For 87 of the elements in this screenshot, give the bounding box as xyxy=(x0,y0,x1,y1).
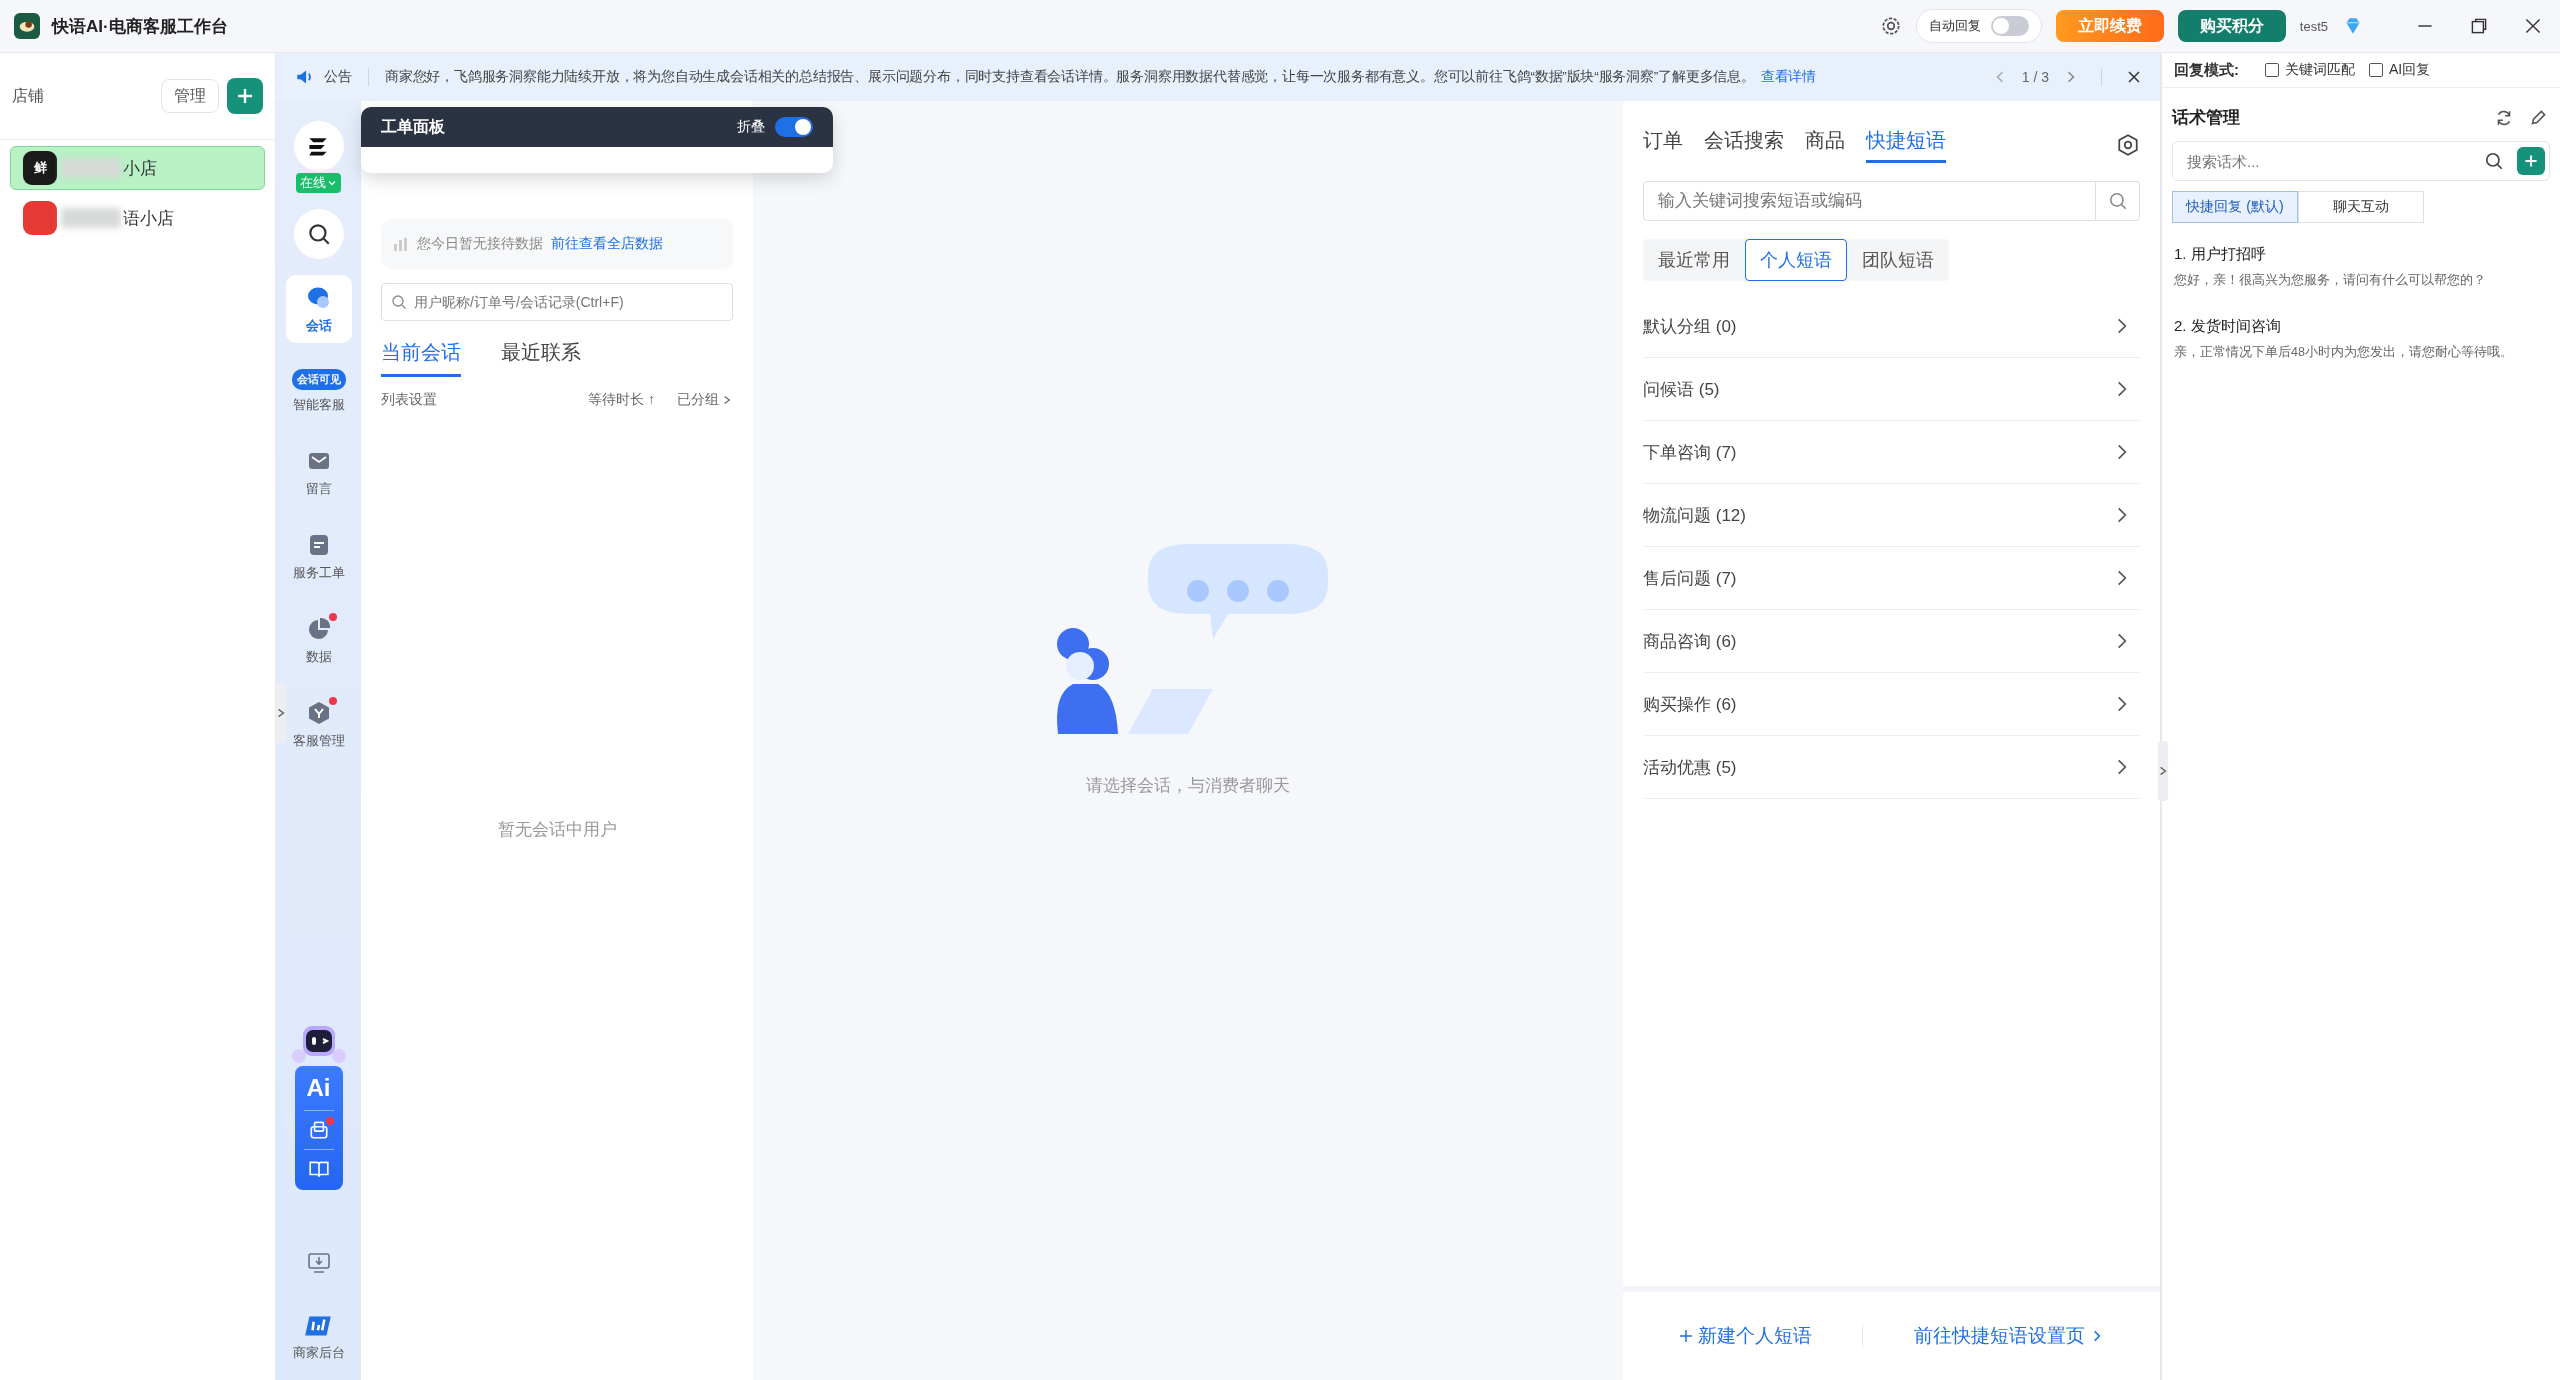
shop-avatar: 鲜 xyxy=(23,151,57,185)
phrase-group[interactable]: 购买操作 (6) xyxy=(1643,692,1737,716)
shops-heading: 店铺 xyxy=(12,85,44,106)
auto-reply-switch[interactable]: 自动回复 xyxy=(1915,9,2042,43)
chat-bubble-icon xyxy=(305,285,332,311)
blurred-text xyxy=(61,158,121,178)
phrase-type-tab[interactable]: 团队短语 xyxy=(1847,239,1949,281)
add-shop-button[interactable] xyxy=(227,78,263,114)
page-indicator: 1 / 3 xyxy=(2021,69,2049,85)
blurred-text xyxy=(61,208,121,228)
plus-icon xyxy=(1678,1328,1695,1344)
plus-icon xyxy=(2523,153,2539,169)
tool-tab[interactable]: 订单 xyxy=(1643,127,1683,163)
reply-mode-checkbox[interactable]: 关键词匹配 xyxy=(2265,61,2355,79)
script-search-field[interactable]: 搜索话术... xyxy=(2172,141,2550,181)
script-title[interactable]: 2. 发货时间咨询 xyxy=(2174,317,2548,336)
shop-data-link[interactable]: 前往查看全店数据 xyxy=(551,235,663,253)
conversation-tab[interactable]: 当前会话 xyxy=(381,339,461,377)
chat-empty-message: 请选择会话，与消费者聊天 xyxy=(1086,775,1290,797)
script-text: 您好，亲！很高兴为您服务，请问有什么可以帮您的？ xyxy=(2174,272,2487,289)
notice-text: 商家您好，飞鸽服务洞察能力陆续开放，将为您自动生成会话相关的总结报告、展示问题分布，同时支持查看会话详情。服务洞察用数据代替感觉，让每一次服务都有意义。您可以前往飞鸽“数据”版块“服务洞察”了解更多信息。 查看详情 xyxy=(385,68,1817,86)
phrase-group[interactable]: 商品咨询 (6) xyxy=(1643,629,1737,653)
sort-wait-time[interactable]: 等待时长 ↑ xyxy=(588,391,655,409)
nav-item[interactable]: 会话 xyxy=(285,275,352,343)
shop-item[interactable]: 鲜 小店 xyxy=(10,146,265,190)
search-icon xyxy=(2107,191,2128,211)
script-category-tab[interactable]: 聊天互动 xyxy=(2298,191,2424,223)
notice-label: 公告 xyxy=(324,68,352,86)
ai-label: Ai xyxy=(306,1074,331,1102)
buy-points-button[interactable]: 购买积分 xyxy=(2177,10,2286,42)
conversation-search-field[interactable]: 用户昵称/订单号/会话记录(Ctrl+F) xyxy=(381,283,733,321)
phrase-type-tab[interactable]: 最近常用 xyxy=(1643,239,1745,281)
phrase-group[interactable]: 下单咨询 (7) xyxy=(1643,440,1737,464)
nav-item[interactable]: 留言 xyxy=(285,438,352,506)
download-icon[interactable] xyxy=(305,1250,332,1276)
reply-mode-label: 回复模式: xyxy=(2174,60,2239,80)
add-script-button[interactable] xyxy=(2517,147,2545,175)
grouped-filter[interactable]: 已分组 xyxy=(677,391,733,409)
phrase-group[interactable]: 售后问题 (7) xyxy=(1643,566,1737,590)
phrase-group[interactable]: 问候语 (5) xyxy=(1643,377,1720,401)
edit-icon[interactable] xyxy=(2528,107,2548,128)
script-category-tab[interactable]: 快捷回复 (默认) xyxy=(2172,191,2298,223)
list-settings-link[interactable]: 列表设置 xyxy=(381,391,437,409)
phrase-search-field[interactable]: 输入关键词搜索短语或编码 xyxy=(1643,181,2096,221)
script-text: 亲，正常情况下单后48小时内为您发出，请您耐心等待哦。 xyxy=(2174,344,2514,361)
plus-icon xyxy=(235,86,255,106)
user-name: test5 xyxy=(2299,18,2328,34)
search-icon[interactable] xyxy=(2484,151,2504,171)
collapse-handle[interactable] xyxy=(2158,741,2168,801)
shop-item[interactable]: 语小店 xyxy=(10,196,265,240)
bar-chart-icon xyxy=(393,236,409,252)
app-logo-icon xyxy=(14,13,40,39)
reply-mode-checkbox[interactable]: AI回复 xyxy=(2369,61,2431,79)
search-button[interactable] xyxy=(293,209,344,259)
window-title: 快语AI·电商客服工作台 xyxy=(52,15,228,38)
empty-message: 暂无会话中用户 xyxy=(497,819,617,841)
panel-title: 工单面板 xyxy=(381,116,445,137)
new-phrase-link[interactable]: 新建个人短语 xyxy=(1678,1323,1813,1349)
manage-button[interactable]: 管理 xyxy=(161,79,219,113)
phrase-group[interactable]: 物流问题 (12) xyxy=(1643,503,1746,527)
collapse-handle[interactable] xyxy=(276,683,286,743)
phrase-settings-link[interactable]: 前往快捷短语设置页 xyxy=(1913,1323,2105,1349)
visible-badge: 会话可见 xyxy=(291,369,346,390)
store-logo-icon[interactable] xyxy=(293,121,344,171)
merchant-backend-link[interactable]: 商家后台 xyxy=(292,1312,345,1362)
ai-assistant-panel[interactable]: Ai xyxy=(294,1066,343,1190)
inbox-icon[interactable] xyxy=(307,1119,330,1141)
tool-tab[interactable]: 快捷短语 xyxy=(1866,127,1946,163)
settings-icon[interactable] xyxy=(1879,15,1902,37)
nav-item[interactable]: 会话可见 智能客服 xyxy=(285,359,352,422)
script-title[interactable]: 1. 用户打招呼 xyxy=(2174,245,2548,264)
caret-icon xyxy=(327,178,337,188)
tool-tab[interactable]: 会话搜索 xyxy=(1704,127,1784,163)
phrase-group[interactable]: 活动优惠 (5) xyxy=(1643,755,1737,779)
search-icon xyxy=(391,294,407,310)
notification-dot xyxy=(325,1117,334,1125)
tool-tab[interactable]: 商品 xyxy=(1805,127,1845,163)
nav-item[interactable]: 数据 xyxy=(285,606,352,674)
details-link[interactable]: 查看详情 xyxy=(1760,69,1816,84)
nav-item[interactable]: 客服管理 xyxy=(285,690,352,758)
stats-text: 您今日暂无接待数据 xyxy=(417,235,543,253)
conversation-tab[interactable]: 最近联系 xyxy=(501,339,581,377)
nav-item[interactable]: 服务工单 xyxy=(285,522,352,590)
scripts-heading: 话术管理 xyxy=(2172,107,2240,129)
phrase-type-tab[interactable]: 个人短语 xyxy=(1745,239,1847,281)
settings-icon[interactable] xyxy=(2116,133,2140,157)
phrase-group[interactable]: 默认分组 (0) xyxy=(1643,314,1737,338)
